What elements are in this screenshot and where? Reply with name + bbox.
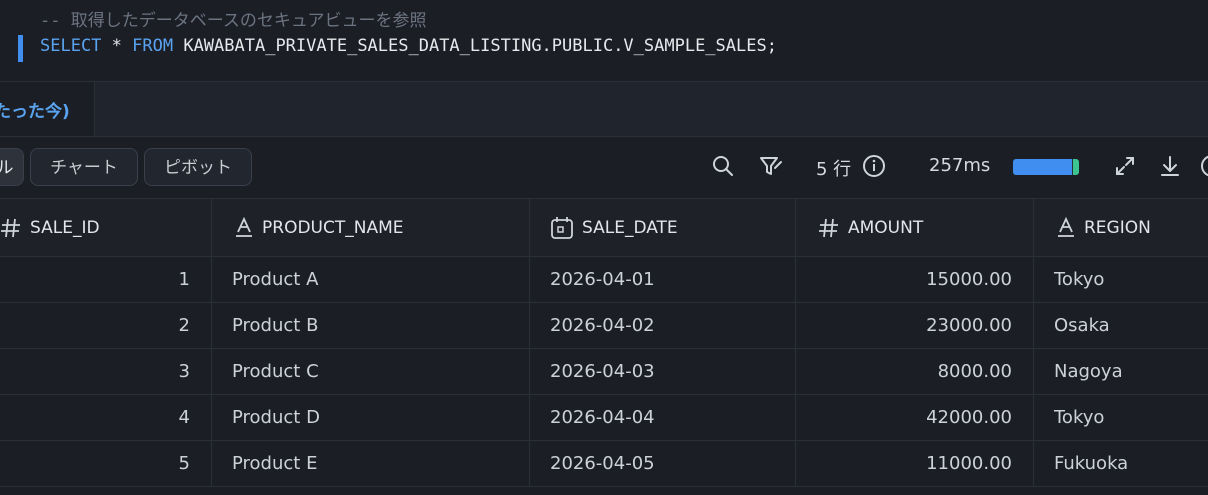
cell-amount[interactable]: 8000.00 bbox=[796, 349, 1034, 394]
column-label: REGION bbox=[1084, 217, 1151, 238]
cell-sale-id[interactable]: 4 bbox=[0, 395, 212, 440]
sql-object-name: KAWABATA_PRIVATE_SALES_DATA_LISTING.PUBL… bbox=[173, 36, 777, 56]
filter-icon[interactable] bbox=[758, 154, 784, 182]
cell-sale-id[interactable]: 2 bbox=[0, 303, 212, 348]
row-count: 5 行 bbox=[816, 159, 852, 180]
column-label: AMOUNT bbox=[848, 217, 924, 238]
result-tab-bar: たった今) bbox=[0, 82, 1208, 137]
view-pivot-button[interactable]: ピボット bbox=[144, 148, 252, 186]
text-icon bbox=[234, 216, 254, 239]
sql-star: * bbox=[101, 36, 133, 56]
sql-editor[interactable]: -- 取得したデータベースのセキュアビューを参照 SELECT * FROM K… bbox=[0, 0, 1208, 82]
table-header-row: SALE_ID PRODUCT_NAME SALE_DATE AMOUNT RE… bbox=[0, 199, 1208, 257]
cell-region[interactable]: Nagoya bbox=[1034, 349, 1208, 394]
cell-sale-id[interactable]: 5 bbox=[0, 441, 212, 486]
table-row[interactable]: 5 Product E 2026-04-05 11000.00 Fukuoka bbox=[0, 441, 1208, 487]
column-label: SALE_DATE bbox=[582, 217, 678, 238]
table-row[interactable]: 2 Product B 2026-04-02 23000.00 Osaka bbox=[0, 303, 1208, 349]
cell-sale-date[interactable]: 2026-04-05 bbox=[530, 441, 796, 486]
view-table-button[interactable]: ル bbox=[0, 148, 24, 186]
cell-product-name[interactable]: Product C bbox=[212, 349, 530, 394]
cell-region[interactable]: Tokyo bbox=[1034, 257, 1208, 302]
column-label: PRODUCT_NAME bbox=[262, 217, 404, 238]
table-row[interactable]: 3 Product C 2026-04-03 8000.00 Nagoya bbox=[0, 349, 1208, 395]
cell-region[interactable]: Osaka bbox=[1034, 303, 1208, 348]
active-line-indicator bbox=[18, 35, 23, 62]
cell-sale-date[interactable]: 2026-04-04 bbox=[530, 395, 796, 440]
cell-sale-id[interactable]: 1 bbox=[0, 257, 212, 302]
column-header-region[interactable]: REGION bbox=[1034, 199, 1208, 256]
cell-amount[interactable]: 23000.00 bbox=[796, 303, 1034, 348]
cell-product-name[interactable]: Product A bbox=[212, 257, 530, 302]
text-icon bbox=[1056, 216, 1076, 239]
number-icon bbox=[818, 217, 840, 239]
cell-sale-date[interactable]: 2026-04-01 bbox=[530, 257, 796, 302]
sql-keyword-from: FROM bbox=[132, 36, 174, 56]
cell-sale-id[interactable]: 3 bbox=[0, 349, 212, 394]
table-row[interactable]: 4 Product D 2026-04-04 42000.00 Tokyo bbox=[0, 395, 1208, 441]
column-label: SALE_ID bbox=[30, 217, 100, 238]
query-progress-fill bbox=[1013, 159, 1073, 175]
cell-amount[interactable]: 15000.00 bbox=[796, 257, 1034, 302]
download-icon[interactable] bbox=[1158, 154, 1182, 182]
cell-product-name[interactable]: Product D bbox=[212, 395, 530, 440]
result-tab-label: たった今) bbox=[0, 102, 70, 122]
number-icon bbox=[0, 217, 22, 239]
column-header-amount[interactable]: AMOUNT bbox=[796, 199, 1034, 256]
column-header-product-name[interactable]: PRODUCT_NAME bbox=[212, 199, 530, 256]
column-header-sale-date[interactable]: SALE_DATE bbox=[530, 199, 796, 256]
cell-region[interactable]: Tokyo bbox=[1034, 395, 1208, 440]
query-progress-bar bbox=[1013, 159, 1079, 175]
cell-product-name[interactable]: Product E bbox=[212, 441, 530, 486]
expand-icon[interactable] bbox=[1113, 154, 1137, 182]
search-icon[interactable] bbox=[711, 154, 735, 182]
table-row[interactable]: 1 Product A 2026-04-01 15000.00 Tokyo bbox=[0, 257, 1208, 303]
query-progress-complete-tip bbox=[1073, 159, 1079, 175]
more-options-icon[interactable] bbox=[1200, 154, 1208, 182]
query-duration: 257ms bbox=[929, 155, 991, 176]
result-tab-current[interactable]: たった今) bbox=[0, 82, 95, 136]
cell-sale-date[interactable]: 2026-04-02 bbox=[530, 303, 796, 348]
sql-keyword-select: SELECT bbox=[40, 36, 102, 56]
view-chart-button[interactable]: チャート bbox=[30, 148, 138, 186]
info-icon[interactable] bbox=[862, 154, 886, 182]
calendar-icon bbox=[550, 216, 574, 240]
cell-region[interactable]: Fukuoka bbox=[1034, 441, 1208, 486]
sql-statement: SELECT * FROM KAWABATA_PRIVATE_SALES_DAT… bbox=[40, 36, 777, 56]
column-header-sale-id[interactable]: SALE_ID bbox=[0, 199, 212, 256]
cell-amount[interactable]: 11000.00 bbox=[796, 441, 1034, 486]
cell-product-name[interactable]: Product B bbox=[212, 303, 530, 348]
cell-amount[interactable]: 42000.00 bbox=[796, 395, 1034, 440]
sql-comment: -- 取得したデータベースのセキュアビューを参照 bbox=[40, 11, 427, 31]
cell-sale-date[interactable]: 2026-04-03 bbox=[530, 349, 796, 394]
